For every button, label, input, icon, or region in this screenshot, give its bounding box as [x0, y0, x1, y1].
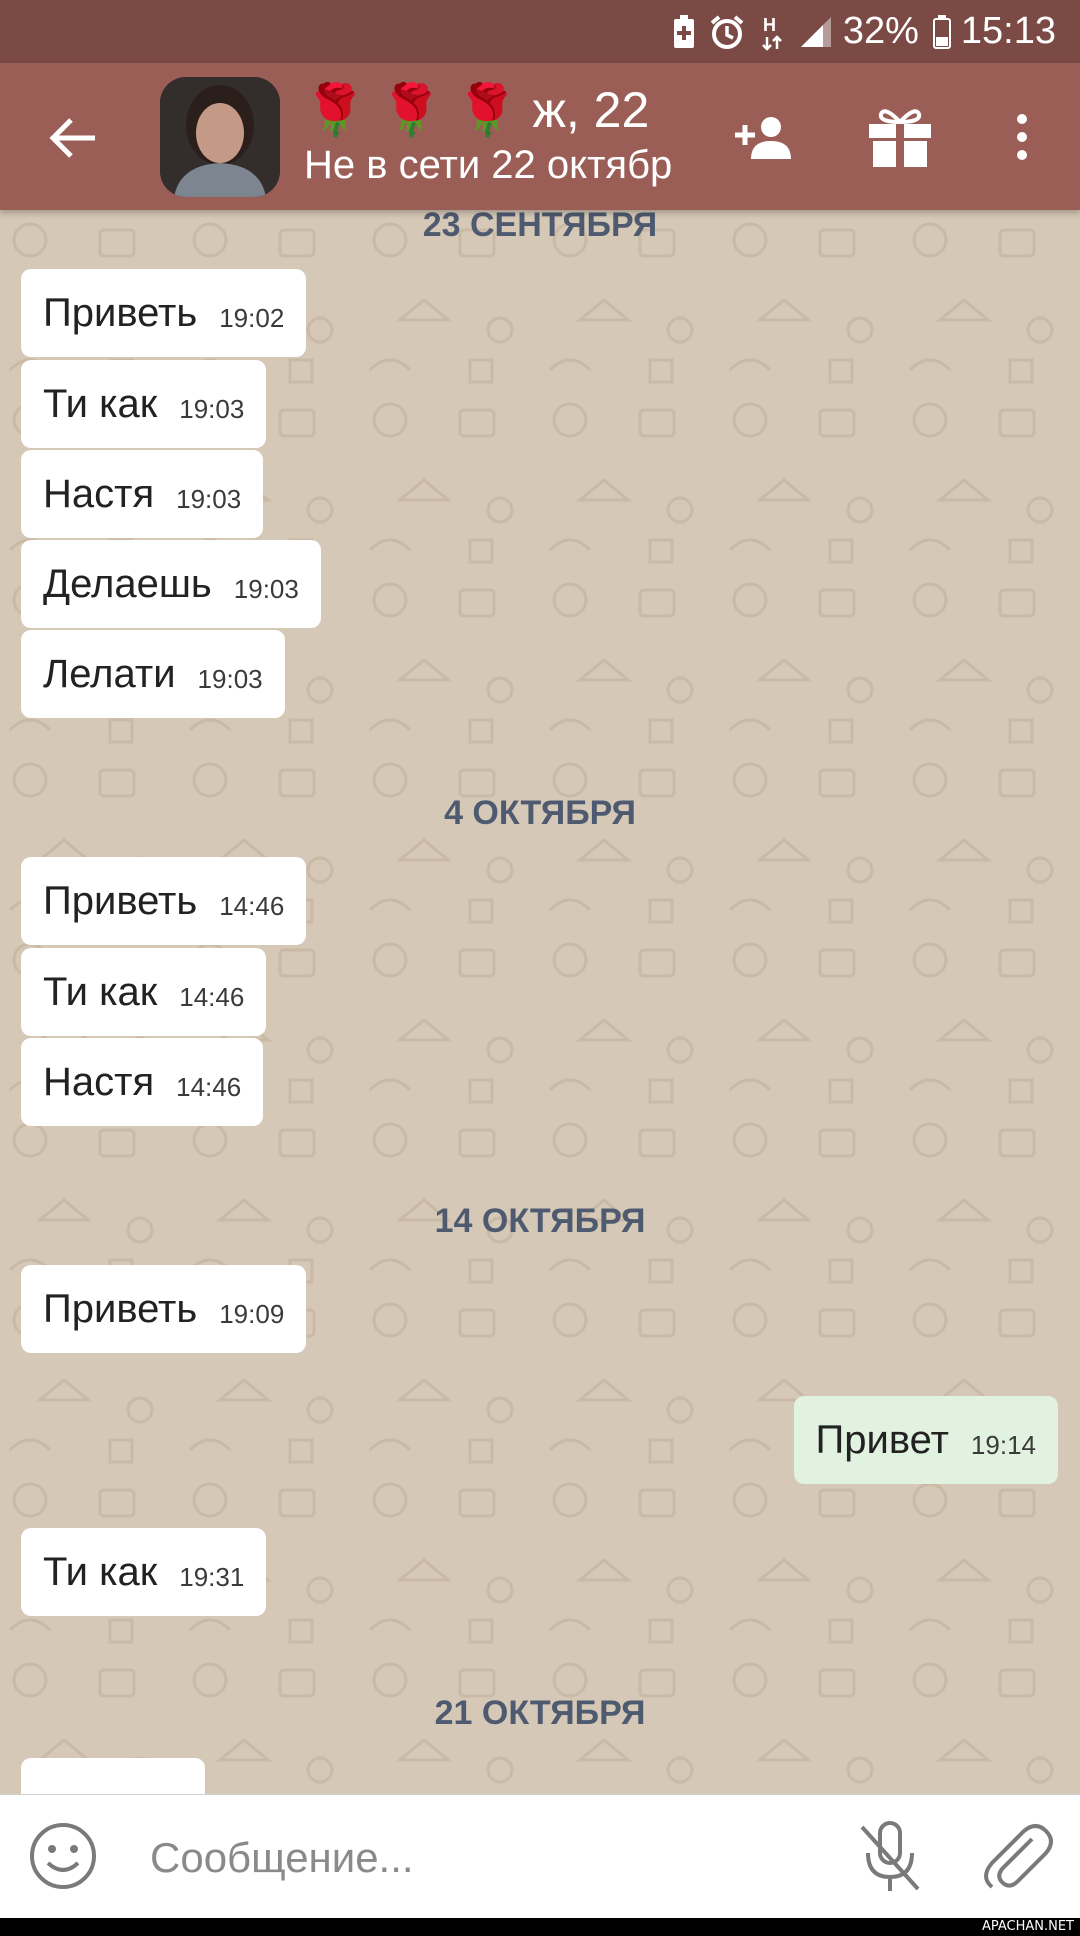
clock: 15:13 — [960, 10, 1056, 52]
date-separator: 21 ОКТЯБРЯ — [434, 1694, 646, 1732]
message-bubble[interactable]: Ти как 14:46 — [21, 948, 267, 1036]
mic-off-icon — [854, 1821, 926, 1899]
message-time: 19:09 — [219, 1298, 285, 1329]
message-text: Ти как — [43, 969, 158, 1014]
message-time: 14:46 — [176, 1071, 242, 1102]
message-bubble-outgoing[interactable]: Привет 19:14 — [793, 1396, 1058, 1484]
watermark: APACHAN.NET — [981, 1919, 1074, 1934]
voice-message-button[interactable] — [854, 1819, 926, 1895]
message-text: Ти как — [43, 1549, 158, 1594]
message-time: 14:46 — [179, 981, 245, 1012]
message-input[interactable] — [148, 1817, 712, 1899]
attach-icon — [976, 1824, 1056, 1901]
message-bubble[interactable]: Делаешь 19:03 — [21, 540, 321, 628]
message-time: 19:03 — [179, 393, 245, 424]
watermark-bar: APACHAN.NET — [0, 1918, 1080, 1936]
message-bubble[interactable]: Приветь 19:09 — [21, 1265, 307, 1353]
message-bubble[interactable]: Приветь 19:02 — [21, 269, 307, 357]
message-bubble[interactable]: Настя 19:03 — [21, 450, 264, 538]
message-text: Приветь — [43, 878, 198, 923]
attach-button[interactable] — [976, 1817, 1056, 1897]
message-text: Настя — [43, 471, 155, 516]
message-text: Привет — [815, 1417, 949, 1462]
message-time: 19:31 — [179, 1561, 245, 1592]
network-h-icon: H — [759, 12, 785, 52]
message-list[interactable]: 23 СЕНТЯБРЯ Приветь 19:02 Ти как 19:03 Н… — [0, 210, 1080, 1794]
message-text: Ти как — [43, 381, 158, 426]
battery-icon — [932, 12, 951, 52]
back-arrow-icon — [49, 116, 97, 165]
emoji-button[interactable] — [28, 1821, 98, 1891]
message-time: 19:03 — [176, 483, 242, 514]
message-text: Делаешь — [43, 561, 212, 606]
message-bubble[interactable]: Приветь 14:46 — [21, 857, 307, 945]
message-text: Настя — [43, 1059, 155, 1104]
signal-icon — [799, 12, 833, 52]
battery-saver-icon — [673, 12, 695, 52]
message-bubble[interactable]: Лелати 19:03 — [21, 630, 285, 718]
message-text: Приветь — [43, 1286, 198, 1331]
gift-icon — [867, 106, 933, 173]
message-time: 19:03 — [233, 573, 299, 604]
emoji-icon — [28, 1823, 98, 1895]
message-composer — [0, 1794, 1080, 1919]
contact-name[interactable]: 🌹 🌹 🌹 ж, 22 — [304, 81, 704, 140]
more-vert-icon — [1015, 113, 1029, 166]
last-seen-status: Не в сети 22 октябр — [304, 143, 673, 187]
battery-percent: 32% — [842, 10, 919, 52]
message-bubble-partial[interactable] — [21, 1758, 205, 1794]
add-contact-button[interactable] — [728, 103, 800, 175]
message-bubble[interactable]: Ти как 19:31 — [21, 1528, 267, 1616]
message-bubble[interactable]: Ти как 19:03 — [21, 360, 267, 448]
status-bar: H 32% 15:13 — [0, 0, 1080, 63]
chat-header: 🌹 🌹 🌹 ж, 22 Не в сети 22 октябр — [0, 63, 1080, 210]
date-separator: 23 СЕНТЯБРЯ — [422, 210, 658, 244]
message-time: 14:46 — [219, 890, 285, 921]
avatar[interactable] — [160, 77, 280, 197]
date-separator: 4 ОКТЯБРЯ — [444, 794, 636, 832]
message-text: Приветь — [43, 290, 198, 335]
date-separator: 14 ОКТЯБРЯ — [434, 1202, 646, 1240]
message-time: 19:02 — [219, 302, 285, 333]
back-button[interactable] — [38, 105, 108, 175]
more-options-button[interactable] — [986, 103, 1058, 175]
add-contact-icon — [733, 115, 795, 164]
message-time: 19:03 — [197, 663, 263, 694]
svg-text:H: H — [763, 15, 776, 35]
message-text: Лелати — [43, 651, 176, 696]
message-time: 19:14 — [970, 1429, 1036, 1460]
alarm-icon — [709, 12, 745, 52]
gift-button[interactable] — [864, 103, 936, 175]
message-bubble[interactable]: Настя 14:46 — [21, 1038, 264, 1126]
